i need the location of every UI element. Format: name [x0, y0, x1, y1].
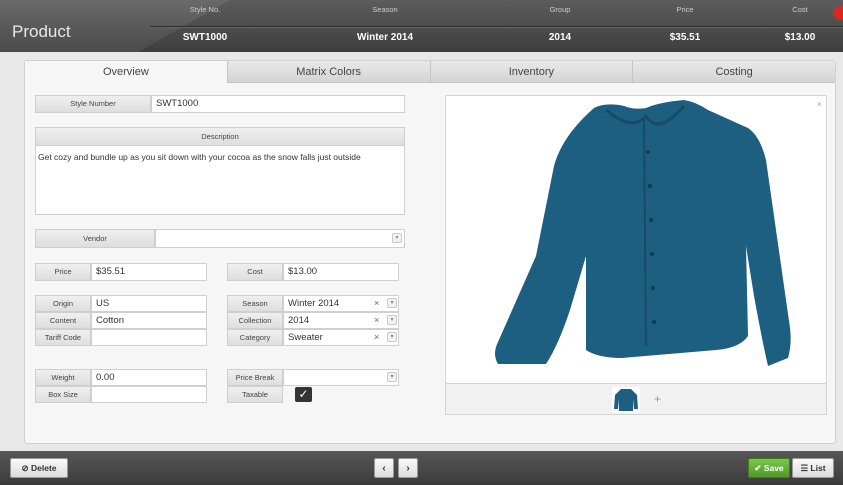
season-select[interactable]: Winter 2014 — [283, 295, 399, 312]
price-label: Price — [35, 263, 91, 281]
taxable-checkbox[interactable]: ✓ — [295, 387, 312, 402]
tariff-code-field[interactable] — [91, 329, 207, 346]
cost-label: Cost — [227, 263, 283, 281]
next-button[interactable]: › — [398, 458, 418, 478]
product-image-frame: × — [445, 95, 827, 383]
category-select[interactable]: Sweater — [283, 329, 399, 346]
list-icon: ☰ — [800, 463, 811, 473]
product-panel: Overview Matrix Colors Inventory Costing… — [24, 60, 836, 444]
collection-label: Collection — [227, 312, 283, 329]
thumbnail-bar: + — [445, 383, 827, 415]
tab-matrix-colors[interactable]: Matrix Colors — [226, 61, 430, 83]
header-value-price: $35.51 — [669, 32, 701, 43]
style-number-field[interactable]: SWT1000 — [151, 95, 405, 113]
list-button-label: List — [810, 463, 826, 473]
add-image-icon[interactable]: + — [654, 392, 661, 406]
collection-clear-icon[interactable]: × — [374, 315, 379, 325]
content-field[interactable]: Cotton — [91, 312, 207, 329]
style-number-label: Style Number — [35, 95, 151, 113]
description-label: Description — [36, 128, 404, 146]
vendor-label: Vendor — [35, 229, 155, 248]
description-field[interactable]: Get cozy and bundle up as you sit down w… — [36, 146, 404, 169]
origin-label: Origin — [35, 295, 91, 312]
cost-field[interactable]: $13.00 — [283, 263, 399, 281]
header-col-style-no: Style No. SWT1000 — [165, 0, 245, 52]
season-label: Season — [227, 295, 283, 312]
header-value-style-no: SWT1000 — [182, 32, 228, 43]
sweater-image — [495, 100, 791, 366]
header-divider — [150, 26, 843, 27]
collection-select[interactable]: 2014 — [283, 312, 399, 329]
collection-dropdown-icon[interactable]: ▾ — [387, 315, 397, 325]
sweater-body — [495, 100, 791, 366]
vendor-dropdown-icon[interactable]: ▾ — [392, 233, 402, 243]
price-field[interactable]: $35.51 — [91, 263, 207, 281]
price-break-select[interactable] — [283, 369, 399, 386]
save-button[interactable]: ✔ Save — [748, 458, 790, 478]
remove-image-icon[interactable]: × — [817, 99, 822, 109]
tab-inventory[interactable]: Inventory — [429, 61, 633, 83]
tab-bar: Overview Matrix Colors Inventory Costing — [25, 61, 835, 83]
tariff-code-label: Tariff Code — [35, 329, 91, 346]
delete-button[interactable]: ⊘ Delete — [10, 458, 68, 478]
price-break-dropdown-icon[interactable]: ▾ — [387, 372, 397, 382]
weight-field[interactable]: 0.00 — [91, 369, 207, 386]
page-title: Product — [12, 22, 71, 41]
tab-costing[interactable]: Costing — [632, 61, 835, 83]
header-label-cost: Cost — [792, 5, 808, 14]
save-button-label: Save — [763, 463, 784, 473]
header-label-style-no: Style No. — [189, 5, 221, 14]
category-clear-icon[interactable]: × — [374, 332, 379, 342]
delete-icon: ⊘ — [21, 463, 31, 473]
box-size-label: Box Size — [35, 386, 91, 403]
season-dropdown-icon[interactable]: ▾ — [387, 298, 397, 308]
header-col-group: Group 2014 — [530, 0, 590, 52]
category-dropdown-icon[interactable]: ▾ — [387, 332, 397, 342]
content-label: Content — [35, 312, 91, 329]
category-label: Category — [227, 329, 283, 346]
vendor-select[interactable] — [155, 229, 405, 248]
origin-field[interactable]: US — [91, 295, 207, 312]
header-label-season: Season — [372, 5, 398, 14]
header-value-cost: $13.00 — [784, 32, 816, 43]
weight-label: Weight — [35, 369, 91, 386]
tab-overview[interactable]: Overview — [25, 61, 227, 83]
header-col-cost: Cost $13.00 — [770, 0, 830, 52]
thumbnail-sweater-icon — [614, 389, 638, 411]
header-col-season: Season Winter 2014 — [335, 0, 435, 52]
footer-toolbar: ⊘ Delete ‹ › ✔ Save ☰ List — [0, 451, 843, 485]
price-break-label: Price Break — [227, 369, 283, 386]
close-icon[interactable] — [833, 6, 843, 20]
box-size-field[interactable] — [91, 386, 207, 403]
delete-button-label: Delete — [30, 463, 57, 473]
previous-button[interactable]: ‹ — [374, 458, 394, 478]
list-button[interactable]: ☰ List — [792, 458, 834, 478]
check-icon: ✔ — [754, 463, 764, 473]
header-value-group: 2014 — [548, 32, 572, 43]
description-box: Description Get cozy and bundle up as yo… — [35, 127, 405, 215]
header-value-season: Winter 2014 — [356, 32, 414, 43]
taxable-label: Taxable — [227, 386, 283, 403]
header-label-group: Group — [549, 5, 571, 14]
header-col-price: Price $35.51 — [655, 0, 715, 52]
thumbnail-sweater[interactable] — [612, 387, 640, 413]
header-label-price: Price — [676, 5, 694, 14]
season-clear-icon[interactable]: × — [374, 298, 379, 308]
product-header: Product Style No. SWT1000 Season Winter … — [0, 0, 843, 52]
